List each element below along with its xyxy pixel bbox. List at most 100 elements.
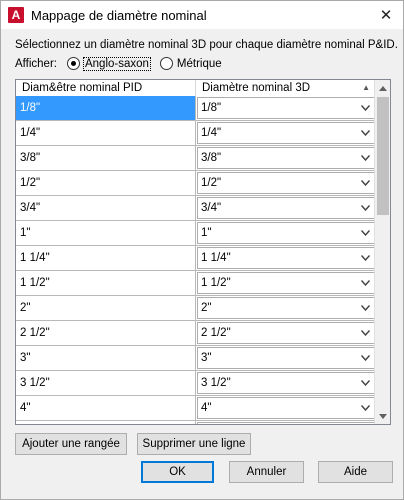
scrollbar-thumb[interactable] — [377, 97, 389, 215]
table-row[interactable]: 5"5" — [16, 421, 376, 424]
size-3d-dropdown[interactable]: 1/4" — [197, 122, 375, 144]
pid-size-cell[interactable]: 3" — [16, 346, 196, 371]
size-3d-cell: 1/8" — [196, 96, 376, 121]
pid-size-cell[interactable]: 1" — [16, 221, 196, 246]
size-3d-cell: 2 1/2" — [196, 321, 376, 346]
size-3d-dropdown[interactable]: 3/8" — [197, 147, 375, 169]
table-row[interactable]: 1/4" 1/4" — [16, 121, 376, 146]
size-3d-cell: 4" — [196, 396, 376, 421]
size-3d-dropdown[interactable]: 1/2" — [197, 172, 375, 194]
dropdown-value: 1 1/4" — [201, 252, 231, 264]
dropdown-value: 3 1/2" — [201, 377, 231, 389]
option-anglo-saxon[interactable]: Anglo-saxon — [66, 56, 151, 71]
size-3d-cell: 2" — [196, 296, 376, 321]
scroll-up-icon[interactable] — [375, 80, 390, 96]
pid-size-cell[interactable]: 2" — [16, 296, 196, 321]
dropdown-arrow-icon[interactable] — [357, 198, 374, 218]
table-row[interactable]: 3" 3" — [16, 346, 376, 371]
dropdown-arrow-icon[interactable] — [357, 398, 374, 418]
dialog-title: Mappage de diamètre nominal — [31, 7, 207, 23]
radio-icon[interactable] — [159, 57, 173, 70]
pid-size-cell[interactable]: 4" — [16, 396, 196, 421]
radio-icon[interactable] — [66, 57, 80, 70]
size-mapping-grid: Diam&être nominal PID Diamètre nominal 3… — [15, 79, 391, 425]
size-3d-cell: 1/4" — [196, 121, 376, 146]
size-3d-dropdown[interactable]: 4" — [197, 397, 375, 419]
title-bar: A Mappage de diamètre nominal ✕ — [1, 1, 403, 29]
pid-size-cell[interactable]: 3/4" — [16, 196, 196, 221]
column-header-pid[interactable]: Diam&être nominal PID — [16, 80, 196, 96]
table-row[interactable]: 3/8" 3/8" — [16, 146, 376, 171]
column-header-3d[interactable]: Diamètre nominal 3D ▲ — [196, 80, 376, 96]
size-3d-cell: 5" — [196, 421, 376, 424]
dropdown-value: 3" — [201, 352, 212, 364]
pid-size-cell[interactable]: 3/8" — [16, 146, 196, 171]
dropdown-arrow-icon[interactable] — [357, 423, 374, 424]
dropdown-arrow-icon[interactable] — [357, 298, 374, 318]
dropdown-value: 1/2" — [201, 177, 222, 189]
dropdown-arrow-icon[interactable] — [357, 373, 374, 393]
size-3d-dropdown[interactable]: 1 1/4" — [197, 247, 375, 269]
table-row[interactable]: 1" 1" — [16, 221, 376, 246]
dropdown-value: 3/4" — [201, 202, 222, 214]
dropdown-value: 1 1/2" — [201, 277, 231, 289]
pid-size-cell[interactable]: 1/2" — [16, 171, 196, 196]
size-3d-cell: 1/2" — [196, 171, 376, 196]
pid-size-cell[interactable]: 5" — [16, 421, 196, 424]
size-3d-dropdown[interactable]: 1/8" — [197, 97, 375, 119]
dropdown-arrow-icon[interactable] — [357, 348, 374, 368]
display-label: Afficher: — [15, 57, 57, 70]
dropdown-arrow-icon[interactable] — [357, 323, 374, 343]
size-3d-cell: 3" — [196, 346, 376, 371]
pid-size-cell[interactable]: 1/4" — [16, 121, 196, 146]
dropdown-arrow-icon[interactable] — [357, 173, 374, 193]
table-row[interactable]: 1 1/2" 1 1/2" — [16, 271, 376, 296]
dropdown-value: 1" — [201, 227, 212, 239]
pid-size-cell[interactable]: 1 1/2" — [16, 271, 196, 296]
dropdown-arrow-icon[interactable] — [357, 248, 374, 268]
option-label: Métrique — [176, 57, 222, 70]
dropdown-value: 2" — [201, 302, 212, 314]
size-3d-cell: 1 1/2" — [196, 271, 376, 296]
delete-row-button[interactable]: Supprimer une ligne — [137, 433, 251, 455]
grid-header: Diam&être nominal PID Diamètre nominal 3… — [16, 80, 376, 96]
pid-size-cell[interactable]: 2 1/2" — [16, 321, 196, 346]
dropdown-arrow-icon[interactable] — [357, 123, 374, 143]
dropdown-arrow-icon[interactable] — [357, 273, 374, 293]
dropdown-arrow-icon[interactable] — [357, 98, 374, 118]
vertical-scrollbar[interactable] — [374, 80, 390, 424]
size-3d-dropdown[interactable]: 3 1/2" — [197, 372, 375, 394]
table-row[interactable]: 1/2" 1/2" — [16, 171, 376, 196]
option-metrique[interactable]: Métrique — [159, 57, 222, 70]
table-row[interactable]: 1 1/4" 1 1/4" — [16, 246, 376, 271]
ok-button[interactable]: OK — [141, 461, 214, 483]
size-3d-dropdown[interactable]: 5" — [197, 422, 375, 424]
grid-rows: 1/8" 1/8" 1/4" 1/4" 3/8" 3/8" 1/2" 1/2" 3/4" 3/4"… — [16, 96, 376, 424]
size-3d-dropdown[interactable]: 1" — [197, 222, 375, 244]
pid-size-cell[interactable]: 1 1/4" — [16, 246, 196, 271]
dropdown-arrow-icon[interactable] — [357, 148, 374, 168]
cancel-button[interactable]: Annuler — [229, 461, 304, 483]
scroll-down-icon[interactable] — [375, 408, 390, 424]
dropdown-value: 4" — [201, 402, 212, 414]
table-row[interactable]: 1/8" 1/8" — [16, 96, 376, 121]
close-icon[interactable]: ✕ — [375, 4, 397, 26]
table-row[interactable]: 4" 4" — [16, 396, 376, 421]
dropdown-arrow-icon[interactable] — [357, 223, 374, 243]
size-3d-dropdown[interactable]: 2" — [197, 297, 375, 319]
size-3d-dropdown[interactable]: 1 1/2" — [197, 272, 375, 294]
dropdown-value: 1/4" — [201, 127, 222, 139]
size-3d-dropdown[interactable]: 3/4" — [197, 197, 375, 219]
add-row-button[interactable]: Ajouter une rangée — [15, 433, 127, 455]
pid-size-cell[interactable]: 3 1/2" — [16, 371, 196, 396]
size-3d-dropdown[interactable]: 2 1/2" — [197, 322, 375, 344]
table-row[interactable]: 2 1/2" 2 1/2" — [16, 321, 376, 346]
table-row[interactable]: 3 1/2" 3 1/2" — [16, 371, 376, 396]
table-row[interactable]: 2" 2" — [16, 296, 376, 321]
size-3d-dropdown[interactable]: 3" — [197, 347, 375, 369]
size-3d-cell: 3 1/2" — [196, 371, 376, 396]
table-row[interactable]: 3/4" 3/4" — [16, 196, 376, 221]
size-3d-cell: 3/4" — [196, 196, 376, 221]
help-button[interactable]: Aide — [318, 461, 393, 483]
pid-size-cell[interactable]: 1/8" — [16, 96, 196, 121]
